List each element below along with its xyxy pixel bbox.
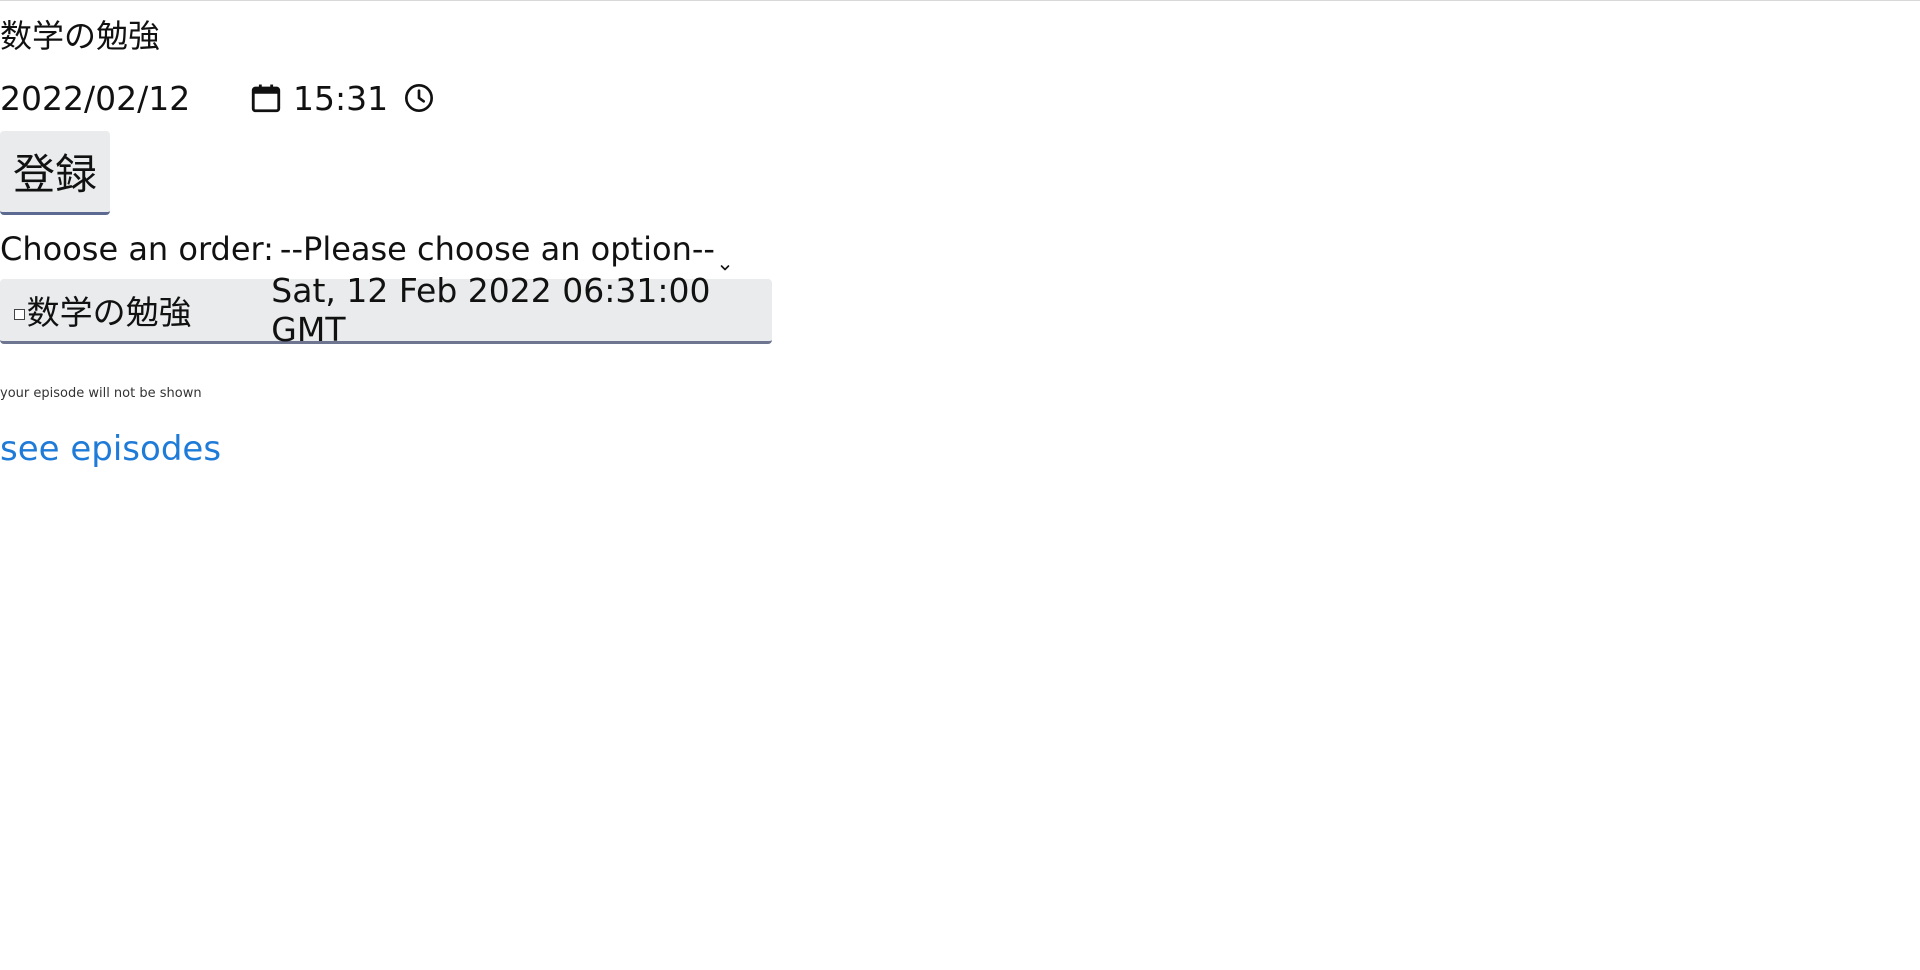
episode-name: 数学の勉強 [26,293,192,332]
episode-note: your episode will not be shown [0,386,202,401]
date-input[interactable]: 2022/02/12 [0,79,247,118]
episode-checkbox[interactable] [14,308,25,320]
episode-row[interactable]: 数学の勉強 Sat, 12 Feb 2022 06:31:00 GMT [0,271,772,349]
order-select[interactable]: --Please choose an option-- [279,230,733,271]
chevron-down-icon [719,244,733,271]
order-label: Choose an order: [0,230,274,268]
register-button[interactable]: 登録 [0,131,110,215]
time-input[interactable]: 15:31 [293,79,388,118]
episode-date: Sat, 12 Feb 2022 06:31:00 GMT [271,271,711,349]
top-divider [0,0,1920,1]
order-select-value: --Please choose an option-- [279,230,715,268]
see-episodes-link[interactable]: see episodes [0,429,221,469]
clock-icon[interactable] [400,79,438,117]
datetime-row: 2022/02/12 15:31 [0,72,438,124]
task-title-input[interactable] [0,8,420,60]
order-row: Choose an order: --Please choose an opti… [0,226,733,272]
calendar-icon[interactable] [247,79,285,117]
